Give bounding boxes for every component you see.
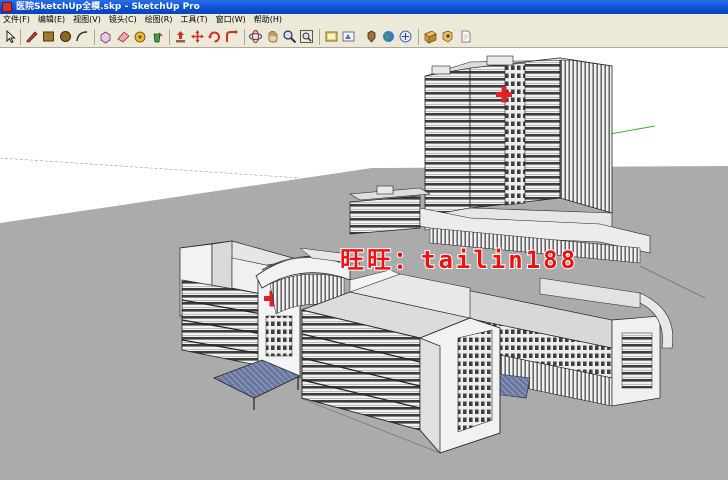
toolbar-separator	[94, 29, 95, 45]
share-component-icon	[399, 30, 412, 43]
menu-help[interactable]: 帮助(H)	[251, 14, 287, 26]
toolbar-separator	[319, 29, 320, 45]
arc-icon	[76, 31, 88, 42]
main-toolbar	[0, 26, 728, 48]
move-tool-button[interactable]	[190, 29, 205, 44]
eraser-tool-button[interactable]	[116, 29, 131, 44]
paint-bucket-icon	[153, 32, 163, 43]
menu-edit[interactable]: 编辑(E)	[35, 14, 70, 26]
section-plane-icon	[424, 30, 437, 44]
menu-file[interactable]: 文件(F)	[0, 14, 35, 26]
circle-icon	[60, 31, 71, 42]
window-title: 医院SketchUp全模.skp - SketchUp Pro	[16, 2, 200, 12]
page-button[interactable]	[458, 29, 473, 44]
rotate-icon	[208, 31, 220, 43]
toolbar-separator	[20, 29, 21, 45]
push-pull-icon	[176, 31, 185, 43]
push-pull-button[interactable]	[173, 29, 188, 44]
model-viewport[interactable]: 旺旺：tailin188	[0, 48, 728, 480]
google-earth-icon	[383, 31, 394, 42]
rotate-tool-button[interactable]	[207, 29, 222, 44]
paint-bucket-button[interactable]	[150, 29, 165, 44]
make-component-button[interactable]	[98, 29, 113, 44]
orbit-tool-button[interactable]	[248, 29, 263, 44]
orbit-icon	[248, 29, 263, 44]
get-models-button[interactable]	[324, 29, 339, 44]
hospital-tower	[424, 55, 613, 231]
eraser-icon	[117, 31, 130, 43]
axis-dashed-line	[0, 157, 301, 179]
menu-camera[interactable]: 镜头(C)	[106, 14, 142, 26]
place-model-button[interactable]	[364, 29, 379, 44]
sketchup-app-icon	[2, 2, 12, 12]
component-settings-icon	[442, 30, 453, 43]
page-icon	[461, 30, 471, 43]
arc-tool-button[interactable]	[75, 29, 90, 44]
rectangle-icon	[43, 31, 54, 42]
menu-window[interactable]: 窗口(W)	[213, 14, 251, 26]
toolbar-separator	[244, 29, 245, 45]
menu-bar: 文件(F) 编辑(E) 视图(V) 镜头(C) 绘图(R) 工具(T) 窗口(W) 帮助(H)	[0, 14, 728, 26]
toolbar-separator	[418, 29, 419, 45]
select-tool-button[interactable]	[3, 29, 18, 44]
share-component-button[interactable]	[398, 29, 413, 44]
select-icon	[6, 29, 16, 44]
section-plane-button[interactable]	[423, 29, 438, 44]
get-models-icon	[325, 31, 338, 42]
watermark-text: 旺旺：tailin188	[339, 245, 579, 275]
menu-draw[interactable]: 绘图(R)	[142, 14, 178, 26]
menu-view[interactable]: 视图(V)	[70, 14, 106, 26]
circle-tool-button[interactable]	[58, 29, 73, 44]
tape-measure-button[interactable]	[133, 29, 148, 44]
zoom-extents-icon	[300, 30, 313, 43]
window-title-bar: 医院SketchUp全模.skp - SketchUp Pro	[0, 0, 728, 14]
component-settings-button[interactable]	[440, 29, 455, 44]
follow-me-icon	[226, 30, 238, 42]
tape-measure-icon	[134, 31, 146, 43]
green-axis-line	[609, 125, 656, 135]
follow-me-button[interactable]	[224, 29, 239, 44]
zoom-icon	[283, 30, 297, 44]
pencil-tool-button[interactable]	[24, 29, 39, 44]
share-model-button[interactable]	[341, 29, 356, 44]
menu-tools[interactable]: 工具(T)	[178, 14, 213, 26]
zoom-extents-button[interactable]	[299, 29, 314, 44]
make-component-icon	[100, 31, 111, 44]
place-model-icon	[367, 30, 376, 43]
pencil-icon	[26, 31, 38, 43]
pan-icon	[268, 31, 278, 43]
rectangle-tool-button[interactable]	[41, 29, 56, 44]
google-earth-button[interactable]	[381, 29, 396, 44]
pan-tool-button[interactable]	[265, 29, 280, 44]
toolbar-separator	[169, 29, 170, 45]
zoom-tool-button[interactable]	[282, 29, 297, 44]
share-model-icon	[342, 31, 355, 42]
move-icon	[191, 30, 204, 43]
